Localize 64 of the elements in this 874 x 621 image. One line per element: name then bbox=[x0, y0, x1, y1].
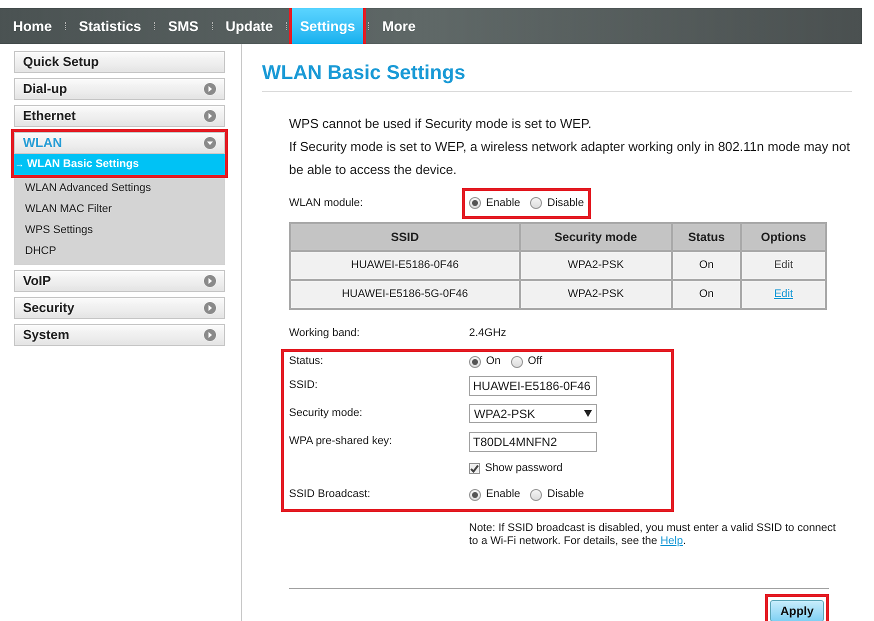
chevron-right-icon bbox=[204, 110, 216, 122]
checkbox-label: Show password bbox=[485, 460, 563, 476]
sidebar-item[interactable]: Dial-up bbox=[14, 78, 225, 100]
table-cell: On bbox=[672, 250, 742, 280]
apply-button[interactable]: Apply bbox=[770, 600, 824, 621]
field-label: SSID Broadcast: bbox=[289, 488, 370, 500]
field-label: WLAN module: bbox=[289, 196, 364, 211]
nav-tab[interactable]: SMS bbox=[160, 8, 206, 44]
checkbox[interactable] bbox=[469, 462, 480, 474]
table-cell: On bbox=[672, 280, 742, 308]
chevron-right-icon bbox=[204, 302, 216, 314]
edit-link[interactable]: Edit bbox=[774, 258, 794, 271]
sidebar-item[interactable]: VoIP bbox=[14, 270, 225, 292]
info-text: If Security mode is set to WEP, a wireless network adapter working only in 802.11n mode may not be able to access the device. bbox=[289, 138, 851, 179]
text-field[interactable]: HUAWEI-E5186-0F46 bbox=[469, 376, 597, 396]
info-text: WPS cannot be used if Security mode is set to WEP. bbox=[289, 115, 593, 133]
caret-icon bbox=[584, 410, 592, 417]
field-label: SSID: bbox=[289, 379, 318, 392]
sidebar-subitem[interactable]: WLAN Advanced Settings bbox=[14, 178, 225, 199]
field-label: WPA pre-shared key: bbox=[289, 435, 392, 448]
option-label: Disable bbox=[547, 487, 584, 502]
radio-button[interactable] bbox=[469, 356, 481, 368]
option-label: Enable bbox=[486, 487, 520, 502]
nav-tab[interactable]: Statistics bbox=[70, 8, 150, 44]
sidebar-item[interactable]: System bbox=[14, 324, 225, 346]
radio-button[interactable] bbox=[469, 488, 481, 500]
arrow-icon: → bbox=[15, 158, 24, 172]
table-cell: WPA2-PSK bbox=[520, 250, 672, 280]
column-header: Status bbox=[672, 222, 742, 250]
chevron-down-icon bbox=[204, 137, 216, 149]
radio-button[interactable] bbox=[530, 488, 542, 500]
field-label: Status: bbox=[289, 355, 324, 368]
table-cell: WPA2-PSK bbox=[520, 280, 672, 308]
sidebar-item[interactable]: Security bbox=[14, 297, 225, 319]
chevron-right-icon bbox=[204, 275, 216, 287]
chevron-right-icon bbox=[204, 329, 216, 341]
table-cell: HUAWEI-E5186-5G-0F46 bbox=[290, 280, 520, 308]
sidebar-subitem[interactable]: WLAN MAC Filter bbox=[14, 199, 225, 220]
sidebar-item[interactable]: Ethernet bbox=[14, 105, 225, 127]
field-value: 2.4GHz bbox=[469, 326, 506, 342]
text-field[interactable]: T80DL4MNFN2 bbox=[469, 432, 597, 452]
sidebar-subitem[interactable]: WPS Settings bbox=[14, 220, 225, 241]
sidebar-subitem[interactable]: DHCP bbox=[14, 241, 225, 262]
sidebar-item[interactable]: Quick Setup bbox=[14, 51, 225, 73]
nav-tab[interactable]: More bbox=[374, 8, 424, 44]
option-label: Enable bbox=[486, 196, 520, 211]
page-title: WLAN Basic Settings bbox=[262, 61, 466, 86]
column-header: SSID bbox=[290, 222, 520, 250]
chevron-right-icon bbox=[204, 83, 216, 95]
radio-button[interactable] bbox=[469, 197, 481, 210]
option-label: Disable bbox=[547, 196, 584, 211]
dropdown[interactable]: WPA2-PSK bbox=[469, 404, 597, 423]
nav-tab[interactable]: Update bbox=[218, 8, 281, 44]
column-header: Options bbox=[741, 222, 826, 250]
option-label: On bbox=[486, 354, 501, 370]
radio-button[interactable] bbox=[530, 197, 542, 210]
column-header: Security mode bbox=[520, 222, 672, 250]
radio-button[interactable] bbox=[510, 356, 523, 368]
field-label: Security mode: bbox=[289, 407, 362, 420]
field-label: Working band: bbox=[289, 326, 361, 342]
note-text: Note: If SSID broadcast is disabled, you must enter a valid SSID to connect to a Wi-Fi network. For details, see the Help. bbox=[469, 522, 837, 548]
option-label: Off bbox=[528, 354, 542, 370]
nav-tab[interactable]: Home bbox=[5, 8, 60, 44]
table-cell: HUAWEI-E5186-0F46 bbox=[290, 250, 520, 280]
